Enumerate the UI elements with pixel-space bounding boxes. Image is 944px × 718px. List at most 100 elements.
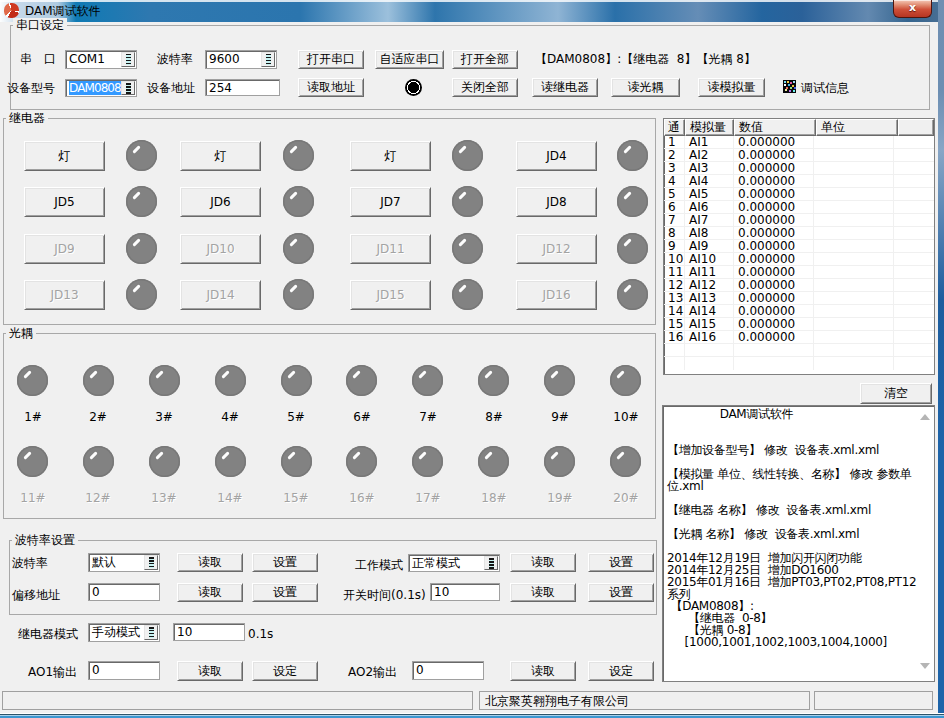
offset-input[interactable]: 0 [88,583,160,601]
cell: 0.000000 [734,201,814,214]
workmode-read-button[interactable]: 读取 [510,553,576,572]
model-combo-arrow[interactable] [121,81,135,95]
ao2-input[interactable]: 0 [412,661,484,680]
read-relay-button[interactable]: 读继电器 [532,78,598,97]
col-header-unit[interactable]: 单位 [816,119,898,136]
ao2-set-button[interactable]: 设定 [588,661,654,681]
table-row[interactable]: 6AI60.000000 [664,201,934,214]
cell: 3 [664,162,685,175]
baud-combo[interactable]: 9600 [205,50,277,69]
baud-set-button[interactable]: 设置 [252,553,318,572]
model-combo[interactable]: DAM0808 [65,79,137,97]
table-row[interactable]: 10AI100.000000 [664,253,934,266]
relay-button-10[interactable]: JD10 [180,234,261,264]
opto-indicator-6 [346,365,377,396]
close-all-button[interactable]: 关闭全部 [452,78,518,97]
opto-label-2: 2# [78,410,118,424]
debug-info-icon [783,80,796,93]
relay-button-7[interactable]: JD7 [350,187,431,217]
col-header-extra[interactable] [898,119,934,136]
open-serial-button[interactable]: 打开串口 [298,50,364,69]
opto-group-label: 光耦 [6,326,36,340]
close-button[interactable]: x [893,0,932,18]
opto-indicator-12 [83,446,114,477]
relay-button-9[interactable]: JD9 [24,234,105,264]
cell [734,357,814,370]
relay-button-13[interactable]: JD13 [24,280,105,310]
baudset-baud-combo-arrow[interactable] [144,555,158,570]
relay-button-8[interactable]: JD8 [516,187,597,217]
relay-button-4[interactable]: JD4 [516,141,597,171]
baudset-group: 波特率设置 [9,540,657,615]
relay-mode-time-input[interactable]: 10 [173,623,245,641]
baud-read-button[interactable]: 读取 [177,553,243,572]
opto-label-8: 8# [474,410,514,424]
table-row[interactable]: 7AI70.000000 [664,214,934,227]
table-row[interactable]: 5AI50.000000 [664,188,934,201]
relay-button-6[interactable]: JD6 [180,187,261,217]
relay-button-14[interactable]: JD14 [180,280,261,310]
relay-button-16[interactable]: JD16 [516,280,597,310]
offset-set-button[interactable]: 设置 [252,583,318,602]
info-panel[interactable]: DAM调试软件 【增加设备型号】 修改 设备表.xml.xml 【模拟量 单位、… [662,405,935,682]
read-analog-button[interactable]: 读模拟量 [698,78,765,97]
workmode-set-button[interactable]: 设置 [588,553,654,572]
table-row[interactable]: 11AI110.000000 [664,266,934,279]
relay-button-1[interactable]: 灯 [24,141,105,171]
ao1-read-button[interactable]: 读取 [177,661,243,681]
table-row[interactable]: 3AI30.000000 [664,162,934,175]
workmode-combo[interactable]: 正常模式 [408,554,500,572]
relay-button-15[interactable]: JD15 [350,280,431,310]
relay-button-2[interactable]: 灯 [180,141,261,171]
relay-button-5[interactable]: JD5 [24,187,105,217]
port-combo-arrow[interactable] [121,52,135,67]
scroll-down-icon[interactable] [920,663,930,669]
table-row[interactable]: 13AI130.000000 [664,292,934,305]
table-row[interactable]: 15AI150.000000 [664,318,934,331]
cell: 9 [664,240,685,253]
switch-set-button[interactable]: 设置 [588,583,654,602]
port-combo[interactable]: COM1 [65,50,137,69]
read-opto-button[interactable]: 读光耦 [611,78,680,97]
read-addr-button[interactable]: 读取地址 [298,78,364,97]
cell: AI1 [685,136,734,149]
table-row[interactable]: 8AI80.000000 [664,227,934,240]
opto-label-17: 17# [408,491,448,505]
col-header-channel[interactable]: 通 [664,119,685,136]
device-info-label: 【DAM0808】:【继电器 8】【光耦 8】 [535,52,756,66]
table-row[interactable]: 2AI20.000000 [664,149,934,162]
workmode-combo-arrow[interactable] [484,556,498,570]
switch-read-button[interactable]: 读取 [510,583,576,602]
open-all-button[interactable]: 打开全部 [452,50,518,69]
cell [894,305,934,318]
table-row[interactable]: 9AI90.000000 [664,240,934,253]
baud-combo-arrow[interactable] [261,52,275,67]
relay-mode-combo-arrow[interactable] [144,625,158,640]
col-header-value[interactable]: 数值 [734,119,816,136]
ao2-read-button[interactable]: 读取 [510,661,576,681]
opto-indicator-13 [149,446,180,477]
switch-time-input[interactable]: 10 [430,583,500,601]
ao1-input[interactable]: 0 [88,661,160,680]
relay-button-3[interactable]: 灯 [350,141,431,171]
table-row[interactable]: 12AI120.000000 [664,279,934,292]
relay-button-12[interactable]: JD12 [516,234,597,264]
cell: 13 [664,292,685,305]
offset-read-button[interactable]: 读取 [177,583,243,602]
baudset-baud-combo[interactable]: 默认 [88,553,160,572]
scroll-up-icon[interactable] [920,414,930,420]
table-row[interactable]: 1AI10.000000 [664,136,934,149]
ao1-set-button[interactable]: 设定 [252,661,318,681]
adaptive-serial-button[interactable]: 自适应串口 [375,50,444,69]
relay-button-11[interactable]: JD11 [350,234,431,264]
company-label: 北京聚英翱翔电子有限公司 [485,694,629,708]
clear-button[interactable]: 清空 [860,383,932,404]
switch-time-label: 开关时间(0.1s) [343,588,426,602]
table-row[interactable]: 14AI140.000000 [664,305,934,318]
col-header-name[interactable]: 模拟量 [685,119,734,136]
cell [894,162,934,175]
table-row[interactable]: 16AI160.000000 [664,331,934,344]
table-row[interactable]: 4AI40.000000 [664,175,934,188]
relay-mode-combo[interactable]: 手动模式 [88,623,160,642]
addr-input[interactable]: 254 [205,79,280,96]
